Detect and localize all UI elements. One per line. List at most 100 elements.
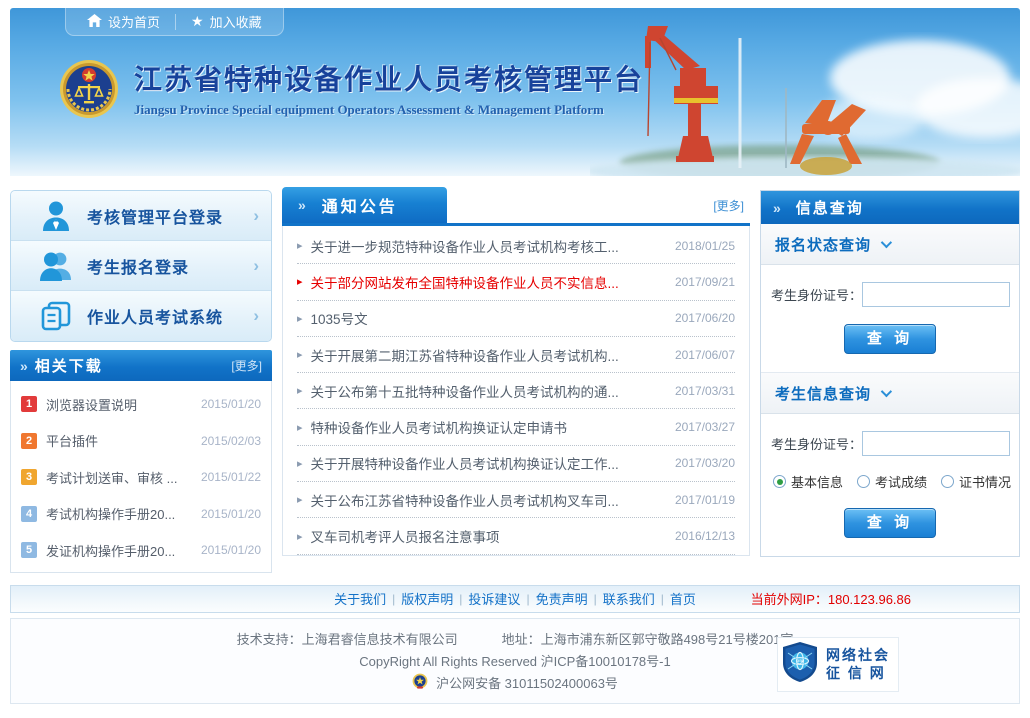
- signup-status-id-input[interactable]: [862, 282, 1010, 307]
- add-favorite-button[interactable]: ★ 加入收藏: [176, 8, 277, 35]
- radio-unselected-icon: [941, 475, 954, 488]
- chevron-down-icon: [881, 237, 892, 248]
- notice-item[interactable]: ▸ 关于开展特种设备作业人员考试机构换证认定工作... 2017/03/20: [297, 446, 735, 482]
- downloads-list: 1 浏览器设置说明 2015/01/20 2 平台插件 2015/02/03 3…: [10, 381, 272, 573]
- footer-link-contact[interactable]: 联系我们: [603, 589, 655, 608]
- login-item-label: 考生报名登录: [87, 254, 253, 278]
- bullet-arrow-icon: ▸: [297, 384, 303, 397]
- add-favorite-label: 加入收藏: [210, 12, 262, 31]
- rank-badge: 2: [21, 433, 37, 449]
- notice-item[interactable]: ▸ 关于进一步规范特种设备作业人员考试机构考核工... 2018/01/25: [297, 228, 735, 264]
- notices-more-link[interactable]: [更多]: [713, 197, 750, 214]
- info-query-header: » 信息查询: [761, 191, 1019, 224]
- notices-title: 通知公告: [322, 193, 398, 217]
- site-brand: 江苏省特种设备作业人员考核管理平台 Jiangsu Province Speci…: [58, 58, 644, 125]
- notice-item[interactable]: ▸ 关于开展第二期江苏省特种设备作业人员考试机构... 2017/06/07: [297, 337, 735, 373]
- notices-tabbar: » 通知公告 [更多]: [282, 190, 750, 226]
- chevron-right-icon: ›: [253, 206, 259, 226]
- login-item-exam-system[interactable]: 作业人员考试系统 ›: [11, 291, 271, 341]
- download-item[interactable]: 3 考试计划送审、审核 ... 2015/01/22: [21, 459, 261, 496]
- radio-exam-score[interactable]: 考试成绩: [857, 472, 927, 491]
- bullet-arrow-icon: ▸: [297, 275, 303, 288]
- candidate-info-query-button[interactable]: 查 询: [844, 508, 936, 538]
- download-item[interactable]: 5 发证机构操作手册20... 2015/01/20: [21, 532, 261, 569]
- credit-network-badge[interactable]: ZX 网络社会 征 信 网: [777, 637, 899, 692]
- notices-column: » 通知公告 [更多] ▸ 关于进一步规范特种设备作业人员考试机构考核工... …: [282, 190, 750, 573]
- id-number-label: 考生身份证号：: [771, 434, 862, 453]
- signup-status-title: 报名状态查询: [775, 234, 871, 255]
- notice-item[interactable]: ▸ 关于部分网站发布全国特种设备作业人员不实信息... 2017/09/21: [297, 264, 735, 300]
- download-item[interactable]: 4 考试机构操作手册20... 2015/01/20: [21, 496, 261, 533]
- rank-badge: 5: [21, 542, 37, 558]
- login-item-candidate-signup[interactable]: 考生报名登录 ›: [11, 241, 271, 291]
- downloads-header: » 相关下载 [更多]: [10, 350, 272, 381]
- credit-badge-text: 网络社会 征 信 网: [826, 646, 890, 682]
- notice-item[interactable]: ▸ 关于公布江苏省特种设备作业人员考试机构叉车司... 2017/01/19: [297, 482, 735, 518]
- signup-status-section-header[interactable]: 报名状态查询: [761, 224, 1019, 265]
- signup-status-body: 考生身份证号： 查 询: [761, 265, 1019, 373]
- footer-link-home[interactable]: 首页: [670, 589, 696, 608]
- chevron-right-icon: ›: [253, 256, 259, 276]
- footer-link-about[interactable]: 关于我们: [334, 589, 386, 608]
- rank-badge: 1: [21, 396, 37, 412]
- downloads-more-link[interactable]: [更多]: [231, 357, 262, 374]
- rank-badge: 4: [21, 506, 37, 522]
- download-item[interactable]: 2 平台插件 2015/02/03: [21, 423, 261, 460]
- radio-selected-icon: [773, 475, 786, 488]
- site-title: 江苏省特种设备作业人员考核管理平台: [134, 58, 644, 98]
- police-record-text: 沪公网安备 31011502400063号: [436, 673, 618, 692]
- login-item-label: 作业人员考试系统: [87, 304, 253, 328]
- candidate-info-radio-group: 基本信息 考试成绩 证书情况: [771, 472, 1009, 491]
- info-query-panel: » 信息查询 报名状态查询 考生身份证号： 查 询 考生信息查询: [760, 190, 1020, 557]
- brand-text: 江苏省特种设备作业人员考核管理平台 Jiangsu Province Speci…: [134, 58, 644, 118]
- login-item-label: 考核管理平台登录: [87, 204, 253, 228]
- candidate-info-id-input[interactable]: [862, 431, 1010, 456]
- radio-unselected-icon: [857, 475, 870, 488]
- candidate-info-section-header[interactable]: 考生信息查询: [761, 373, 1019, 414]
- home-icon: [87, 14, 102, 30]
- page-container: 设为首页 ★ 加入收藏: [10, 8, 1020, 704]
- query-column: » 信息查询 报名状态查询 考生身份证号： 查 询 考生信息查询: [760, 190, 1020, 573]
- id-number-label: 考生身份证号：: [771, 285, 862, 304]
- topnav: 设为首页 ★ 加入收藏: [65, 8, 284, 36]
- signup-status-query-button[interactable]: 查 询: [844, 324, 936, 354]
- exam-documents-icon: [39, 300, 73, 332]
- radio-certificate-status[interactable]: 证书情况: [941, 472, 1011, 491]
- banner-crane-illustration: [590, 8, 1020, 176]
- bullet-arrow-icon: ▸: [297, 421, 303, 434]
- login-panel: 考核管理平台登录 › 考生报名登录 ›: [10, 190, 272, 342]
- current-ip-label: 当前外网IP：180.123.96.86: [751, 589, 911, 608]
- notice-item[interactable]: ▸ 特种设备作业人员考试机构换证认定申请书 2017/03/27: [297, 409, 735, 445]
- double-chevron-icon: »: [20, 358, 28, 374]
- star-icon: ★: [191, 13, 204, 30]
- download-item[interactable]: 1 浏览器设置说明 2015/01/20: [21, 386, 261, 423]
- notices-list: ▸ 关于进一步规范特种设备作业人员考试机构考核工... 2018/01/25 ▸…: [282, 226, 750, 556]
- notice-item[interactable]: ▸ 关于公布第十五批特种设备作业人员考试机构的通... 2017/03/31: [297, 373, 735, 409]
- footer-link-complaints[interactable]: 投诉建议: [468, 589, 520, 608]
- tech-support-text: 技术支持：上海君睿信息技术有限公司: [237, 629, 458, 648]
- address-text: 地址：上海市浦东新区郭守敬路498号21号楼201室: [502, 629, 794, 648]
- police-badge-icon: [412, 673, 428, 693]
- footer-link-copyright-statement[interactable]: 版权声明: [401, 589, 453, 608]
- notice-item[interactable]: ▸ 1035号文 2017/06/20: [297, 301, 735, 337]
- site-subtitle: Jiangsu Province Special equipment Opera…: [134, 102, 644, 118]
- bullet-arrow-icon: ▸: [297, 493, 303, 506]
- double-chevron-icon: »: [298, 197, 306, 213]
- downloads-title: 相关下载: [35, 355, 232, 376]
- notice-item[interactable]: ▸ 叉车司机考评人员报名注意事项 2016/12/13: [297, 518, 735, 554]
- header-banner: 设为首页 ★ 加入收藏: [10, 8, 1020, 176]
- tab-notices[interactable]: » 通知公告: [282, 187, 447, 223]
- candidate-info-body: 考生身份证号： 基本信息 考试成绩: [761, 414, 1019, 556]
- bullet-arrow-icon: ▸: [297, 312, 303, 325]
- radio-basic-info[interactable]: 基本信息: [773, 472, 843, 491]
- main-content: 考核管理平台登录 › 考生报名登录 ›: [10, 190, 1020, 573]
- login-item-assessment-platform[interactable]: 考核管理平台登录 ›: [11, 191, 271, 241]
- rank-badge: 3: [21, 469, 37, 485]
- set-homepage-button[interactable]: 设为首页: [72, 8, 175, 35]
- double-chevron-icon: »: [773, 200, 781, 216]
- credit-shield-icon: ZX: [782, 641, 818, 688]
- bullet-arrow-icon: ▸: [297, 348, 303, 361]
- chevron-down-icon: [881, 386, 892, 397]
- footer-link-disclaimer[interactable]: 免责声明: [536, 589, 588, 608]
- candidate-info-title: 考生信息查询: [775, 383, 871, 404]
